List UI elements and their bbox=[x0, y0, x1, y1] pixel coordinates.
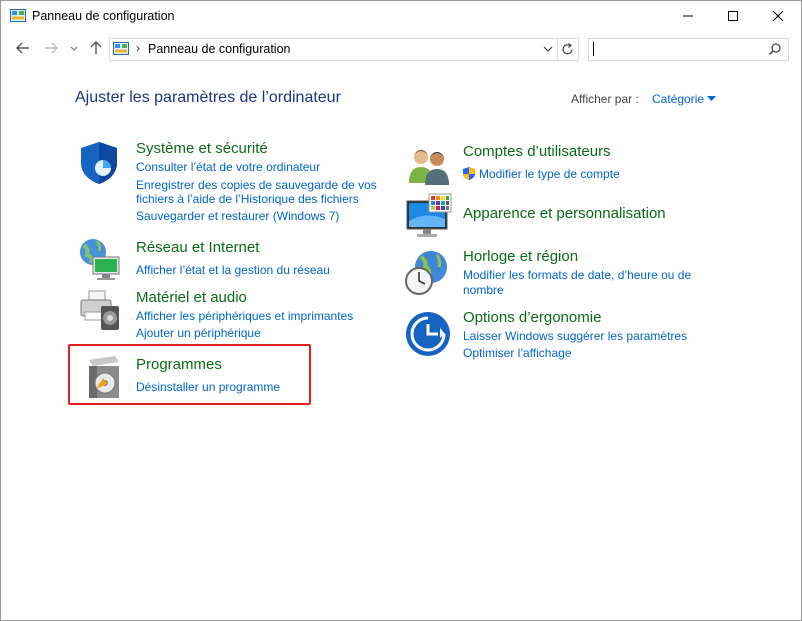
close-button[interactable] bbox=[755, 1, 801, 31]
link-change-account-type[interactable]: Modifier le type de compte bbox=[479, 167, 620, 182]
address-bar[interactable]: › Panneau de configuration bbox=[109, 38, 558, 61]
category-ease-of-access[interactable]: Options d’ergonomie bbox=[463, 309, 601, 326]
link-change-date-formats-line2[interactable]: nombre bbox=[463, 283, 504, 298]
page-heading: Ajuster les paramètres de l’ordinateur bbox=[75, 89, 341, 106]
forward-arrow-icon[interactable] bbox=[41, 38, 61, 58]
control-panel-app-icon bbox=[10, 9, 26, 22]
refresh-button[interactable] bbox=[557, 38, 579, 61]
link-add-device[interactable]: Ajouter un périphérique bbox=[136, 326, 261, 341]
system-security-shield-icon[interactable] bbox=[75, 139, 123, 187]
link-change-date-formats-line1[interactable]: Modifier les formats de date, d’heure ou… bbox=[463, 268, 691, 283]
address-dropdown-icon[interactable] bbox=[542, 42, 554, 56]
window-title: Panneau de configuration bbox=[32, 9, 175, 23]
category-appearance-personalization[interactable]: Apparence et personnalisation bbox=[463, 205, 666, 222]
category-user-accounts[interactable]: Comptes d’utilisateurs bbox=[463, 143, 611, 160]
link-check-computer-status[interactable]: Consulter l’état de votre ordinateur bbox=[136, 160, 320, 175]
back-arrow-icon[interactable] bbox=[13, 38, 33, 58]
close-icon bbox=[772, 10, 784, 22]
category-network-internet[interactable]: Réseau et Internet bbox=[136, 239, 259, 256]
category-clock-region[interactable]: Horloge et région bbox=[463, 248, 578, 265]
search-box[interactable] bbox=[588, 38, 789, 61]
link-file-history-line1[interactable]: Enregistrer des copies de sauvegarde de … bbox=[136, 178, 377, 193]
minimize-icon bbox=[683, 15, 693, 17]
control-panel-window: Panneau de configuration › Panneau de co… bbox=[0, 0, 802, 621]
refresh-icon bbox=[562, 43, 573, 55]
maximize-button[interactable] bbox=[710, 1, 756, 31]
network-globe-icon[interactable] bbox=[75, 235, 123, 283]
recent-locations-chevron-icon[interactable] bbox=[67, 38, 81, 58]
uac-shield-icon bbox=[463, 167, 475, 180]
appearance-monitor-icon[interactable] bbox=[405, 193, 453, 241]
text-cursor bbox=[593, 42, 594, 56]
ease-of-access-icon[interactable] bbox=[404, 310, 452, 358]
category-hardware-sound[interactable]: Matériel et audio bbox=[136, 289, 247, 306]
breadcrumb-chevron-icon[interactable]: › bbox=[136, 41, 140, 55]
search-icon[interactable] bbox=[768, 42, 782, 56]
link-network-status[interactable]: Afficher l’état et la gestion du réseau bbox=[136, 263, 330, 278]
category-system-security[interactable]: Système et sécurité bbox=[136, 140, 268, 157]
link-windows-suggest-settings[interactable]: Laisser Windows suggérer les paramètres bbox=[463, 329, 687, 344]
clock-region-icon[interactable] bbox=[403, 249, 451, 297]
link-devices-printers[interactable]: Afficher les périphériques et imprimante… bbox=[136, 309, 353, 324]
hardware-printer-icon[interactable] bbox=[75, 288, 123, 336]
link-backup-restore[interactable]: Sauvegarder et restaurer (Windows 7) bbox=[136, 209, 339, 224]
control-panel-location-icon bbox=[113, 42, 129, 55]
link-file-history-line2[interactable]: fichiers à l’aide de l’Historique des fi… bbox=[136, 192, 359, 207]
view-by-dropdown-arrow-icon[interactable] bbox=[707, 96, 716, 102]
link-optimize-display[interactable]: Optimiser l’affichage bbox=[463, 346, 572, 361]
breadcrumb-control-panel[interactable]: Panneau de configuration bbox=[148, 42, 290, 56]
maximize-icon bbox=[728, 11, 738, 21]
title-bar: Panneau de configuration bbox=[1, 1, 801, 32]
minimize-button[interactable] bbox=[665, 1, 711, 31]
user-accounts-icon[interactable] bbox=[405, 143, 453, 191]
view-by-dropdown[interactable]: Catégorie bbox=[652, 92, 704, 106]
navigation-bar: › Panneau de configuration bbox=[1, 33, 801, 65]
view-by-label: Afficher par : bbox=[571, 92, 639, 106]
programs-highlight-box bbox=[68, 344, 311, 405]
up-arrow-icon[interactable] bbox=[86, 38, 106, 58]
